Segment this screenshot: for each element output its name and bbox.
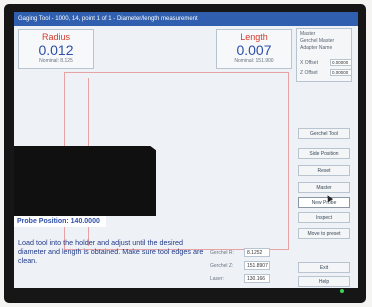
x-offset-field[interactable]: 0.00000 xyxy=(330,59,352,66)
radius-nominal: Nominal: 8.125 xyxy=(39,58,73,64)
instructions-text: Load tool into the holder and adjust unt… xyxy=(18,238,204,265)
status-row-z: Gerchel Z: 151.8907 xyxy=(210,261,280,271)
length-nominal: Nominal: 151.900 xyxy=(234,58,274,64)
application-window: Gaging Tool - 1000, 14, point 1 of 1 - D… xyxy=(14,12,358,288)
probe-position: Probe Position: 140.0000 xyxy=(14,216,106,227)
side-position-button[interactable]: Side Position xyxy=(298,148,350,159)
z-offset-row: Z Offset 0.00000 xyxy=(300,69,352,77)
radius-value: 0.012 xyxy=(38,42,74,58)
gerchel-tool-button[interactable]: Gerchel Tool xyxy=(298,128,350,139)
status-value: 151.8907 xyxy=(244,261,270,270)
inspect-button[interactable]: Inspect xyxy=(298,212,350,223)
window-title: Gaging Tool - 1000, 14, point 1 of 1 - D… xyxy=(18,16,198,22)
master-header: Master xyxy=(300,31,316,37)
master-name: Gerchel Master xyxy=(300,38,335,44)
x-offset-row: X Offset 0.00000 xyxy=(300,59,352,67)
status-value: 8.1252 xyxy=(244,248,270,257)
status-label: Gerchel Z: xyxy=(210,263,234,269)
x-offset-label: X Offset xyxy=(300,60,318,66)
length-value: 0.007 xyxy=(236,42,272,58)
master-button[interactable]: Master xyxy=(298,182,350,193)
help-button[interactable]: Help xyxy=(298,276,350,287)
status-value: 130.166 xyxy=(244,274,270,283)
monitor-bezel: Gaging Tool - 1000, 14, point 1 of 1 - D… xyxy=(4,4,366,303)
exit-button[interactable]: Exit xyxy=(298,262,350,273)
power-led-icon[interactable] xyxy=(340,289,344,293)
window-title-bar: Gaging Tool - 1000, 14, point 1 of 1 - D… xyxy=(14,12,358,26)
status-label: Laser: xyxy=(210,276,224,282)
length-label: Length xyxy=(240,32,268,42)
z-offset-label: Z Offset xyxy=(300,70,318,76)
radius-readout: Radius 0.012 Nominal: 8.125 xyxy=(18,29,94,69)
move-to-preset-button[interactable]: Move to preset xyxy=(298,228,350,239)
status-label: Gerchel R: xyxy=(210,250,234,256)
new-probe-button[interactable]: New Probe xyxy=(298,197,350,208)
radius-label: Radius xyxy=(41,32,70,42)
master-panel: Master Gerchel Master Adapter Name X Off… xyxy=(296,28,352,82)
adapter-name: Adapter Name xyxy=(300,45,333,51)
z-offset-field[interactable]: 0.00000 xyxy=(330,69,352,76)
tool-silhouette xyxy=(14,146,156,216)
reset-button[interactable]: Reset xyxy=(298,165,350,176)
status-row-radius: Gerchel R: 8.1252 xyxy=(210,248,280,258)
length-readout: Length 0.007 Nominal: 151.900 xyxy=(216,29,292,69)
status-row-laser: Laser: 130.166 xyxy=(210,274,280,284)
